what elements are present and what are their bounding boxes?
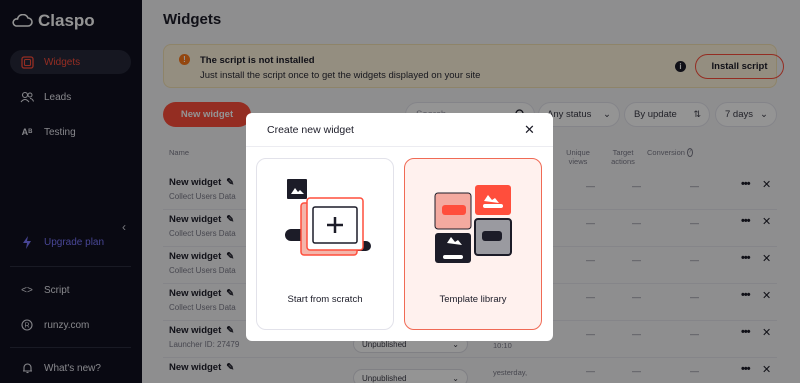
close-icon[interactable]: ✕	[524, 122, 535, 138]
modal-divider	[246, 146, 553, 147]
template-library-card[interactable]: Template library	[404, 158, 542, 330]
scratch-illustration	[285, 179, 371, 256]
card-label: Start from scratch	[287, 294, 363, 305]
start-from-scratch-card[interactable]: Start from scratch	[256, 158, 394, 330]
library-illustration	[434, 185, 512, 263]
card-label: Template library	[439, 294, 507, 305]
modal-title: Create new widget	[267, 124, 354, 136]
create-widget-modal: Create new widget ✕ Start from scratch T…	[246, 113, 553, 341]
